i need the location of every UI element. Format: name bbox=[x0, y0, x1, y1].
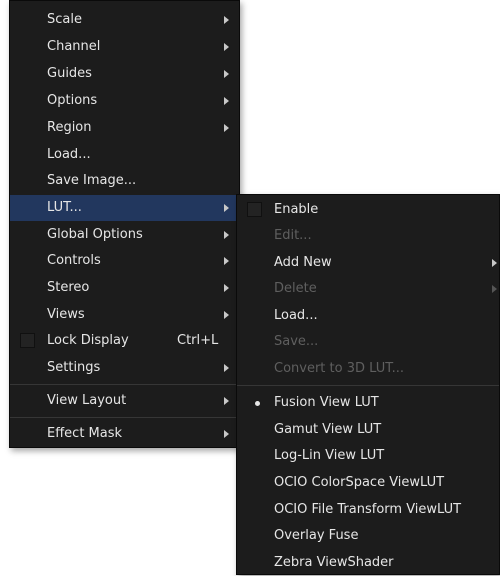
menu-item-label: Overlay Fuse bbox=[274, 528, 359, 543]
submenu-item-gamut-view-lut[interactable]: Gamut View LUT bbox=[237, 417, 499, 443]
menu-item-controls[interactable]: Controls bbox=[10, 248, 239, 274]
menu-item-label: Convert to 3D LUT... bbox=[274, 361, 405, 376]
submenu-arrow-icon bbox=[224, 364, 229, 372]
submenu-item-add-new[interactable]: Add New bbox=[237, 250, 499, 276]
menu-item-label: OCIO ColorSpace ViewLUT bbox=[274, 475, 445, 490]
menu-item-label: Scale bbox=[47, 12, 82, 27]
submenu-arrow-icon bbox=[224, 397, 229, 405]
menu-item-label: Edit... bbox=[274, 228, 312, 243]
submenu-arrow-icon bbox=[224, 257, 229, 265]
submenu-arrow-icon bbox=[224, 231, 229, 239]
menu-item-guides[interactable]: Guides bbox=[10, 61, 239, 87]
menu-item-label: Add New bbox=[274, 255, 332, 270]
submenu-item-edit: Edit... bbox=[237, 223, 499, 249]
shortcut-label: Ctrl+L bbox=[177, 333, 219, 348]
submenu-arrow-icon bbox=[224, 43, 229, 51]
submenu-arrow-icon bbox=[224, 97, 229, 105]
menu-item-settings[interactable]: Settings bbox=[10, 355, 239, 381]
menu-item-view-layout[interactable]: View Layout bbox=[10, 388, 239, 414]
menu-item-label: Guides bbox=[47, 66, 92, 81]
lock-display-checkbox[interactable] bbox=[20, 333, 35, 348]
submenu-arrow-icon bbox=[224, 16, 229, 24]
menu-item-channel[interactable]: Channel bbox=[10, 34, 239, 60]
menu-item-label: Fusion View LUT bbox=[274, 395, 379, 410]
menu-item-label: Options bbox=[47, 93, 98, 108]
menu-item-lut[interactable]: LUT... bbox=[10, 195, 239, 221]
menu-item-label: Lock Display bbox=[47, 333, 129, 348]
enable-checkbox[interactable] bbox=[247, 202, 262, 217]
menu-item-label: Gamut View LUT bbox=[274, 422, 382, 437]
menu-item-stereo[interactable]: Stereo bbox=[10, 275, 239, 301]
selected-bullet-icon bbox=[255, 401, 260, 406]
menu-separator bbox=[10, 384, 239, 385]
menu-item-label: Load... bbox=[274, 308, 318, 323]
submenu-item-save: Save... bbox=[237, 329, 499, 355]
menu-item-label: Delete bbox=[274, 281, 317, 296]
menu-item-label: Load... bbox=[47, 147, 91, 162]
submenu-item-convert-3d-lut: Convert to 3D LUT... bbox=[237, 356, 499, 382]
menu-item-options[interactable]: Options bbox=[10, 88, 239, 114]
submenu-arrow-icon bbox=[224, 204, 229, 212]
submenu-arrow-icon bbox=[224, 311, 229, 319]
submenu-item-enable[interactable]: Enable bbox=[237, 197, 499, 223]
menu-item-label: Zebra ViewShader bbox=[274, 555, 394, 570]
lut-submenu: Enable Edit... Add New Delete Load... Sa… bbox=[236, 194, 500, 575]
submenu-item-zebra-viewshader[interactable]: Zebra ViewShader bbox=[237, 550, 499, 576]
context-menu: Scale Channel Guides Options Region Load… bbox=[9, 0, 240, 448]
submenu-arrow-icon bbox=[224, 284, 229, 292]
menu-item-load[interactable]: Load... bbox=[10, 142, 239, 168]
submenu-item-fusion-view-lut[interactable]: Fusion View LUT bbox=[237, 390, 499, 416]
submenu-arrow-icon bbox=[492, 259, 497, 267]
menu-item-effect-mask[interactable]: Effect Mask bbox=[10, 421, 239, 447]
submenu-arrow-icon bbox=[224, 124, 229, 132]
menu-item-label: Region bbox=[47, 120, 92, 135]
menu-separator bbox=[237, 385, 499, 386]
menu-item-label: Settings bbox=[47, 360, 101, 375]
menu-item-lock-display[interactable]: Lock Display Ctrl+L bbox=[10, 328, 239, 354]
menu-item-label: Channel bbox=[47, 39, 101, 54]
submenu-item-log-lin-view-lut[interactable]: Log-Lin View LUT bbox=[237, 443, 499, 469]
submenu-arrow-icon bbox=[492, 285, 497, 293]
menu-item-global-options[interactable]: Global Options bbox=[10, 222, 239, 248]
menu-separator bbox=[10, 417, 239, 418]
menu-item-label: Save... bbox=[274, 334, 319, 349]
menu-item-scale[interactable]: Scale bbox=[10, 7, 239, 33]
submenu-item-delete: Delete bbox=[237, 276, 499, 302]
submenu-arrow-icon bbox=[224, 70, 229, 78]
submenu-arrow-icon bbox=[224, 430, 229, 438]
submenu-item-ocio-colorspace[interactable]: OCIO ColorSpace ViewLUT bbox=[237, 470, 499, 496]
menu-item-save-image[interactable]: Save Image... bbox=[10, 168, 239, 194]
menu-item-region[interactable]: Region bbox=[10, 115, 239, 141]
submenu-item-ocio-file-transform[interactable]: OCIO File Transform ViewLUT bbox=[237, 497, 499, 523]
menu-item-label: Global Options bbox=[47, 227, 143, 242]
submenu-item-overlay-fuse[interactable]: Overlay Fuse bbox=[237, 523, 499, 549]
menu-item-label: Views bbox=[47, 307, 85, 322]
menu-item-label: LUT... bbox=[47, 200, 82, 215]
menu-item-label: Stereo bbox=[47, 280, 90, 295]
menu-item-label: Log-Lin View LUT bbox=[274, 448, 385, 463]
menu-item-label: OCIO File Transform ViewLUT bbox=[274, 502, 462, 517]
menu-item-views[interactable]: Views bbox=[10, 302, 239, 328]
submenu-item-load[interactable]: Load... bbox=[237, 303, 499, 329]
menu-item-label: View Layout bbox=[47, 393, 127, 408]
menu-item-label: Enable bbox=[274, 202, 319, 217]
menu-item-label: Effect Mask bbox=[47, 426, 123, 441]
menu-item-label: Controls bbox=[47, 253, 101, 268]
menu-item-label: Save Image... bbox=[47, 173, 137, 188]
